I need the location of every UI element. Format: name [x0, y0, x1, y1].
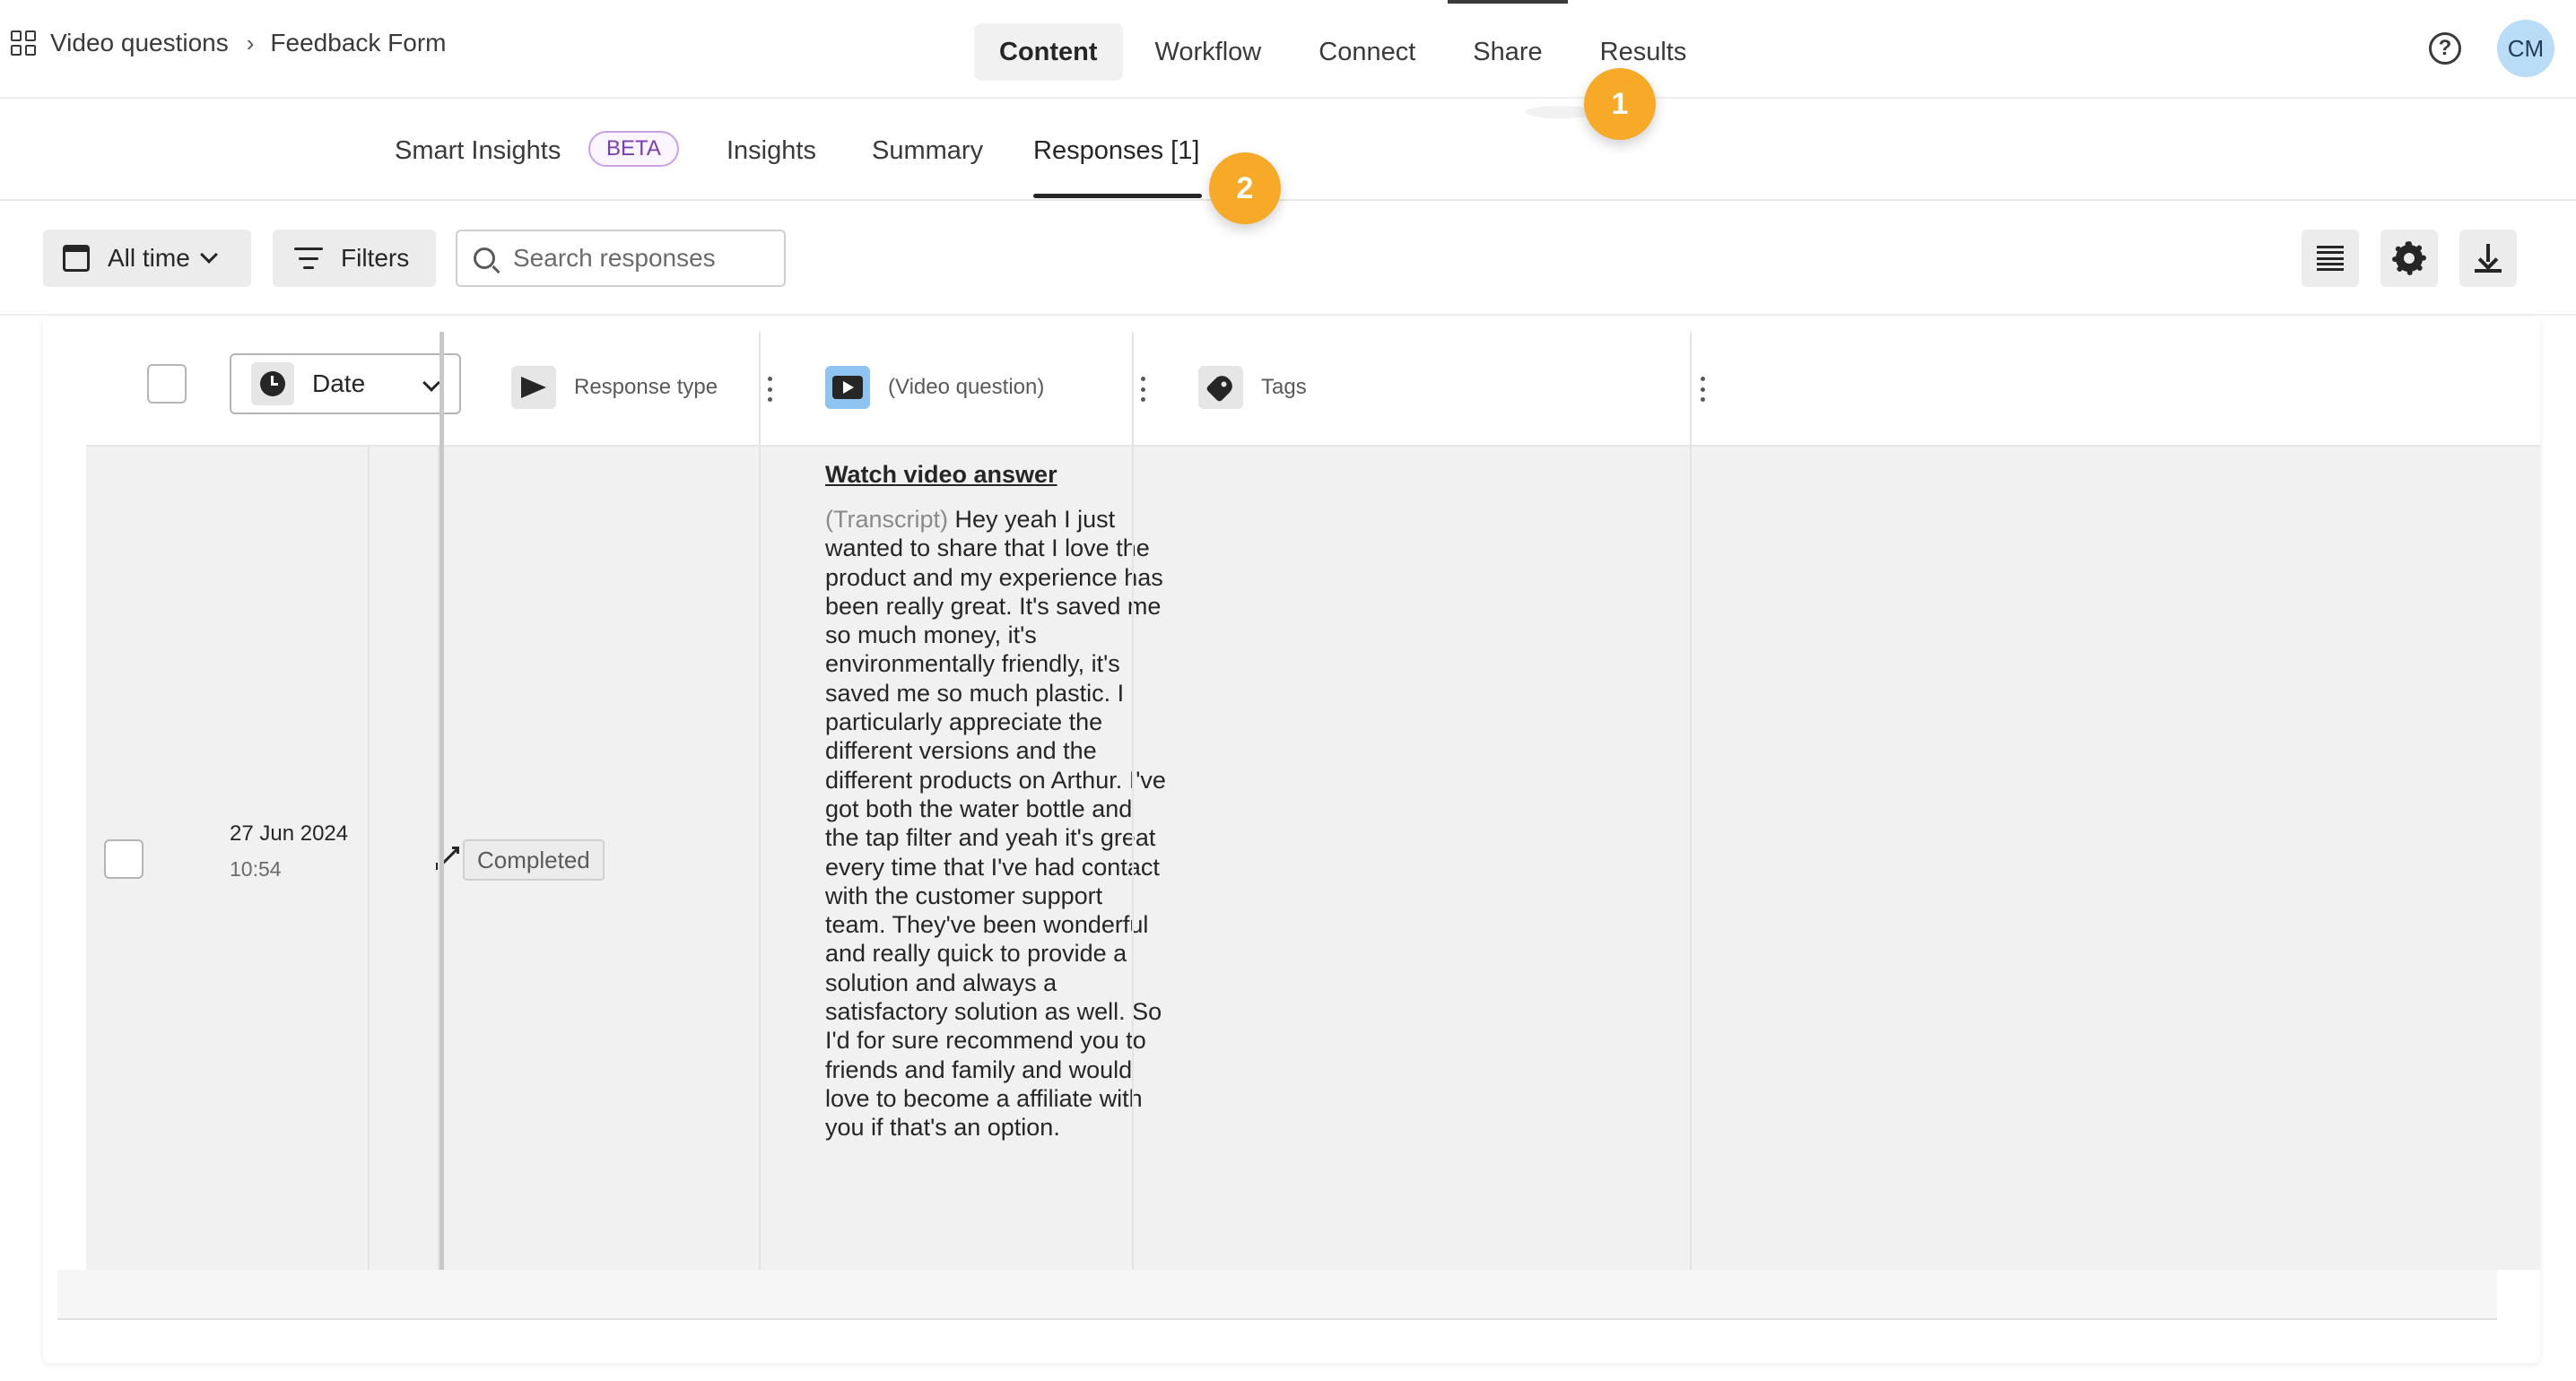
grid-icon[interactable]: [11, 30, 36, 56]
breadcrumb-current: Feedback Form: [270, 29, 447, 56]
status-badge: Completed: [463, 839, 605, 881]
transcript-text: (Transcript) Hey yeah I just wanted to s…: [825, 505, 1166, 1142]
download-button[interactable]: [2459, 230, 2517, 287]
column-header-tags: Tags: [1198, 366, 1307, 409]
breadcrumb: Video questions › Feedback Form: [11, 29, 447, 57]
gear-icon: [2392, 241, 2426, 275]
send-icon: [521, 377, 546, 398]
avatar[interactable]: CM: [2497, 20, 2554, 77]
kebab-icon[interactable]: [768, 377, 773, 402]
row-checkbox[interactable]: [104, 839, 144, 879]
all-time-label: All time: [108, 244, 190, 272]
date-column-label: Date: [312, 369, 366, 397]
tab-results[interactable]: Results: [1575, 23, 1712, 81]
table-footer: [57, 1270, 2497, 1320]
watch-video-link[interactable]: Watch video answer: [825, 461, 1166, 489]
settings-button[interactable]: [2380, 230, 2438, 287]
subtab-insights[interactable]: Insights: [727, 136, 816, 166]
tag-icon: [1205, 372, 1236, 403]
help-icon[interactable]: ?: [2429, 32, 2461, 65]
cell-video-answer: Watch video answer (Transcript) Hey yeah…: [825, 461, 1166, 1142]
cell-date: 27 Jun 2024 10:54: [230, 821, 348, 882]
video-icon: [832, 376, 863, 399]
filters-label: Filters: [341, 244, 410, 272]
step-badge-2: 2: [1209, 152, 1281, 224]
search-box: [456, 230, 786, 287]
response-date: 27 Jun 2024: [230, 821, 349, 846]
chevron-right-icon: ›: [246, 29, 255, 56]
frozen-column-divider: [439, 332, 444, 1270]
subtab-smart-insights[interactable]: Smart Insights: [395, 136, 561, 166]
column-divider: [759, 332, 761, 1270]
filter-icon: [294, 248, 323, 269]
send-icon-bg: [511, 366, 556, 409]
chevron-down-icon: [422, 374, 440, 392]
column-label: Response type: [574, 375, 718, 399]
step-badge-1: 1: [1584, 68, 1656, 140]
beta-badge: BETA: [588, 131, 679, 167]
chevron-down-icon: [199, 246, 218, 264]
table-row[interactable]: 27 Jun 2024 10:54 Completed Watch video …: [86, 447, 2540, 1270]
all-time-button[interactable]: All time: [43, 230, 251, 287]
clock-icon: [260, 371, 285, 396]
kebab-icon[interactable]: [1141, 377, 1146, 402]
top-bar: Video questions › Feedback Form Content …: [0, 0, 2576, 99]
column-label: Tags: [1261, 375, 1307, 399]
column-header-video-question: (Video question): [825, 366, 1044, 409]
response-time: 10:54: [230, 857, 282, 881]
transcript-label: (Transcript): [825, 506, 949, 533]
breadcrumb-parent[interactable]: Video questions: [50, 29, 229, 57]
subtab-summary[interactable]: Summary: [872, 136, 983, 166]
responses-toolbar: All time Filters: [0, 203, 2576, 316]
column-label: (Video question): [888, 375, 1045, 399]
column-divider: [1690, 332, 1692, 1270]
subtab-responses[interactable]: Responses [1]: [1033, 136, 1199, 166]
list-view-button[interactable]: [2302, 230, 2359, 287]
table-header: Date Response type (Video question) Tags: [86, 330, 2540, 447]
tab-connect[interactable]: Connect: [1293, 23, 1440, 81]
results-subtabs: Smart Insights BETA Insights Summary Res…: [0, 100, 2576, 201]
search-input[interactable]: [513, 244, 782, 273]
column-divider: [368, 447, 370, 1270]
video-icon-bg: [825, 366, 870, 409]
tag-icon-bg: [1198, 366, 1243, 409]
tab-share[interactable]: Share: [1448, 0, 1569, 81]
search-icon: [474, 248, 495, 269]
tab-workflow[interactable]: Workflow: [1130, 23, 1287, 81]
column-divider: [1132, 332, 1134, 1270]
list-view-icon: [2317, 246, 2344, 271]
transcript-body: Hey yeah I just wanted to share that I l…: [825, 506, 1166, 1142]
active-tab-indicator: [1033, 194, 1202, 198]
calendar-icon: [63, 245, 90, 272]
select-all-checkbox[interactable]: [147, 364, 187, 404]
responses-table: Date Response type (Video question) Tags…: [43, 317, 2540, 1363]
clock-icon-bg: [251, 362, 294, 405]
kebab-icon[interactable]: [1701, 377, 1706, 402]
tab-content[interactable]: Content: [974, 23, 1123, 81]
download-icon: [2475, 244, 2502, 273]
date-column-select[interactable]: Date: [230, 353, 461, 414]
column-header-response-type: Response type: [511, 366, 718, 409]
filters-button[interactable]: Filters: [273, 230, 436, 287]
